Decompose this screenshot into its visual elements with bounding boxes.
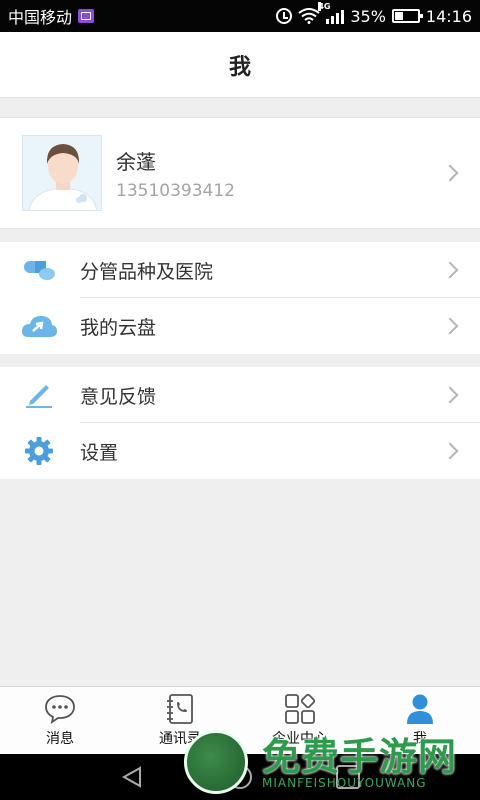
chevron-right-icon — [441, 386, 459, 404]
tab-messages[interactable]: 消息 — [0, 687, 120, 754]
menu-item-settings[interactable]: 设置 — [0, 423, 480, 479]
menu-item-label: 分管品种及医院 — [80, 260, 214, 283]
chevron-right-icon — [441, 261, 459, 279]
title-bar: 我 — [0, 32, 480, 98]
person-icon — [404, 693, 436, 725]
chevron-right-icon — [441, 442, 459, 460]
battery-level-fill — [394, 12, 403, 20]
menu-item-label: 设置 — [80, 441, 119, 464]
chevron-right-icon — [441, 317, 459, 335]
gear-icon — [20, 436, 58, 466]
watermark-logo-icon — [184, 730, 248, 794]
avatar — [22, 135, 102, 211]
profile-name: 余蓬 — [116, 149, 156, 174]
contacts-book-icon — [164, 693, 196, 725]
menu-item-label: 意见反馈 — [80, 385, 157, 408]
profile-card[interactable]: 余蓬 13510393412 — [0, 117, 480, 229]
carrier-label: 中国移动 — [8, 8, 73, 27]
pencil-icon — [20, 380, 58, 410]
status-left: 中国移动 — [8, 4, 95, 28]
profile-phone: 13510393412 — [116, 180, 235, 201]
status-right: 4G 35% 14:16 — [276, 2, 472, 26]
menu-group-1: 分管品种及医院 我的云盘 — [0, 242, 480, 354]
battery-percent: 35% — [350, 6, 386, 26]
menu-group-2: 意见反馈 设置 — [0, 367, 480, 479]
pills-icon — [20, 255, 58, 285]
tab-label: 消息 — [46, 731, 74, 747]
cell-signal-icon: 4G — [318, 2, 345, 24]
alarm-icon — [276, 8, 293, 24]
watermark: 免费手游网 MIANFEISHOUYOUWANG — [180, 726, 480, 800]
clock: 14:16 — [425, 6, 472, 26]
wifi-icon — [298, 8, 320, 24]
chevron-right-icon — [441, 164, 459, 182]
battery-icon — [391, 9, 423, 23]
watermark-subtext: MIANFEISHOUYOUWANG — [262, 776, 427, 790]
network-type-label: 4G — [318, 2, 331, 11]
menu-item-cloud-drive[interactable]: 我的云盘 — [0, 298, 480, 354]
profile-text: 余蓬 13510393412 — [116, 146, 235, 201]
watermark-text: 免费手游网 — [262, 735, 458, 779]
status-bar: 中国移动 4G 35% 14:16 — [0, 0, 480, 32]
avatar-person-icon — [23, 136, 101, 210]
chat-bubble-icon — [44, 693, 76, 725]
back-triangle-icon[interactable] — [120, 765, 144, 789]
apps-grid-icon — [284, 693, 316, 725]
page-title: 我 — [228, 54, 251, 80]
menu-item-label: 我的云盘 — [80, 316, 157, 339]
cloud-icon — [20, 311, 58, 341]
menu-item-feedback[interactable]: 意见反馈 — [0, 367, 480, 423]
menu-item-varieties-hospitals[interactable]: 分管品种及医院 — [0, 242, 480, 298]
sim-card-icon — [78, 9, 95, 23]
